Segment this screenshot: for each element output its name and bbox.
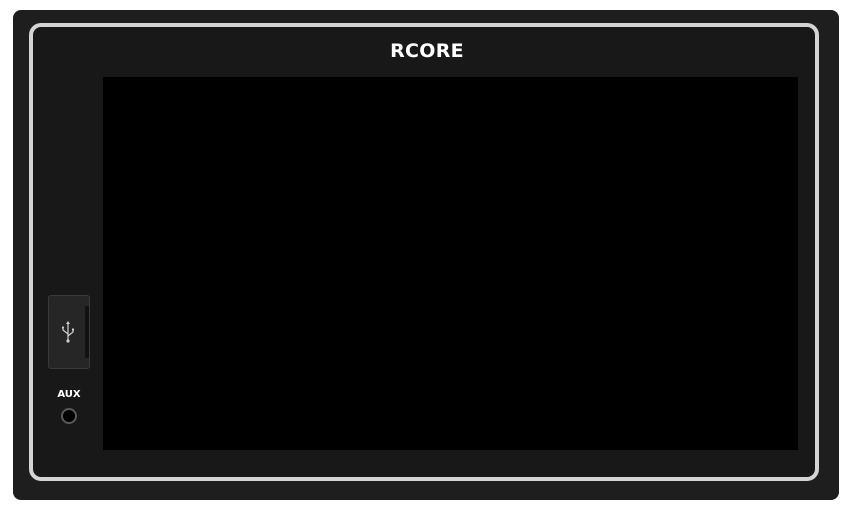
usb-slot: [85, 306, 89, 358]
display-screen[interactable]: [103, 77, 798, 450]
usb-port[interactable]: [48, 295, 90, 369]
brand-logo: RCORE: [390, 40, 464, 62]
aux-label: AUX: [57, 389, 81, 400]
usb-icon: [61, 321, 74, 343]
aux-jack[interactable]: [61, 408, 77, 424]
